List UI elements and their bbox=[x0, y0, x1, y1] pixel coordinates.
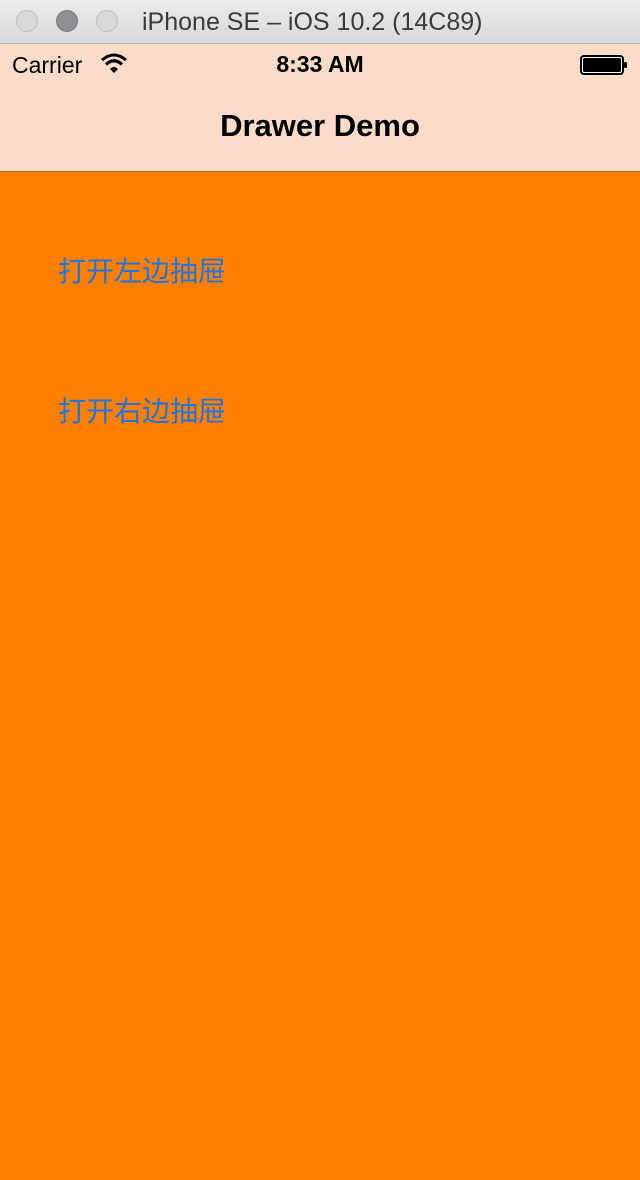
open-left-drawer-button[interactable]: 打开左边抽屉 bbox=[58, 250, 226, 290]
navigation-header: Carrier 8:33 AM Drawer Demo bbox=[0, 44, 640, 172]
simulator-window-titlebar: iPhone SE – iOS 10.2 (14C89) bbox=[0, 0, 640, 44]
nav-title: Drawer Demo bbox=[220, 108, 420, 143]
zoom-window-button[interactable] bbox=[96, 10, 118, 32]
open-right-drawer-button[interactable]: 打开右边抽屉 bbox=[58, 390, 226, 430]
close-window-button[interactable] bbox=[16, 10, 38, 32]
minimize-window-button[interactable] bbox=[56, 10, 78, 32]
window-title: iPhone SE – iOS 10.2 (14C89) bbox=[142, 8, 483, 36]
battery-icon bbox=[580, 55, 627, 75]
main-content: 打开左边抽屉 打开右边抽屉 bbox=[0, 172, 640, 1180]
status-time: 8:33 AM bbox=[276, 51, 364, 77]
